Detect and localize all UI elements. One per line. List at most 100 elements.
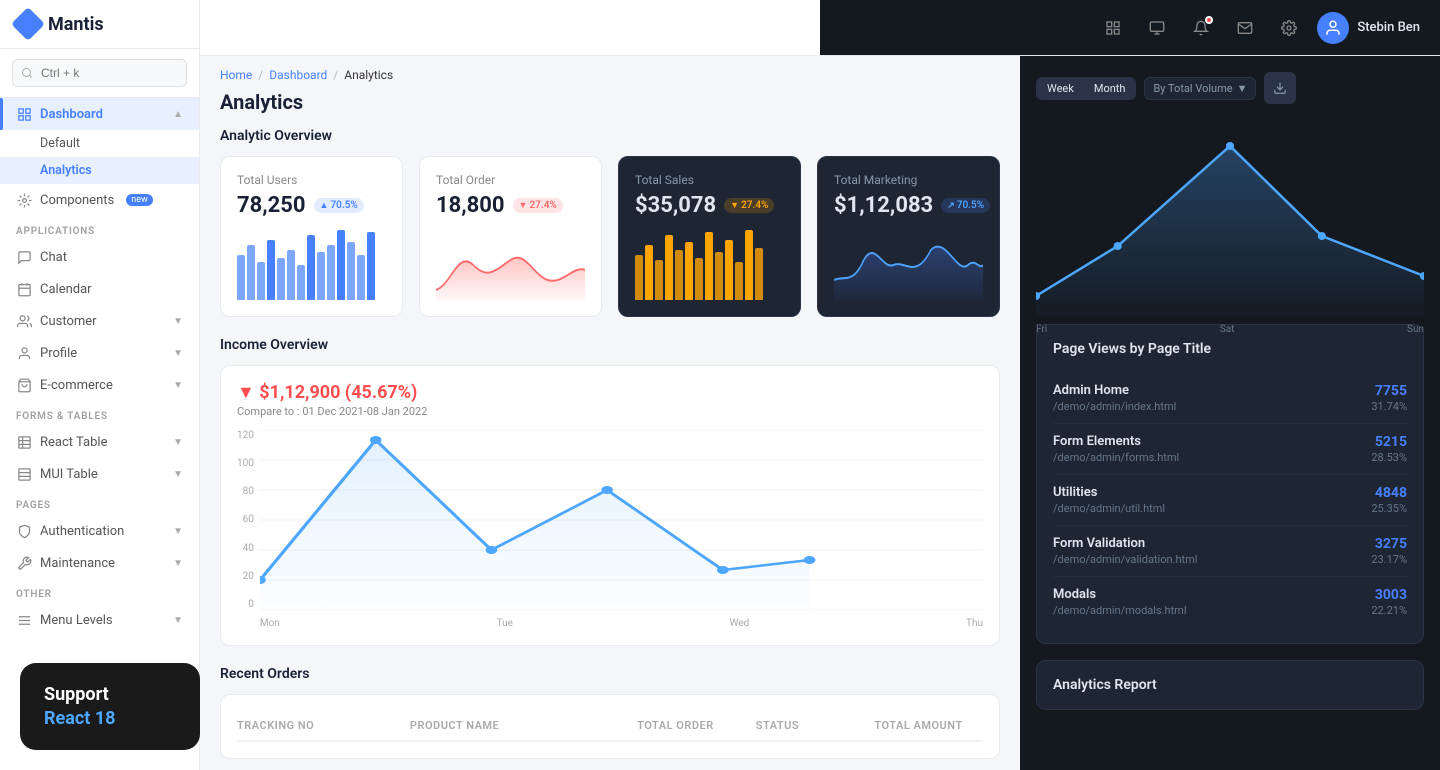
pv-title-2: Utilities: [1053, 485, 1165, 500]
income-overview-section: Income Overview ▼ $1,12,900 (45.67%) Com…: [220, 337, 1000, 646]
pv-pct-0: 31.74%: [1371, 400, 1407, 413]
sidebar-sub-analytics[interactable]: Analytics: [0, 157, 199, 184]
ecommerce-chevron: ▼: [173, 380, 183, 391]
month-btn[interactable]: Month: [1084, 78, 1136, 99]
logo-icon: [11, 7, 45, 41]
menu-icon: [16, 612, 32, 628]
analytics-report-title: Analytics Report: [1053, 677, 1407, 693]
menu-levels-chevron: ▼: [173, 615, 183, 626]
pv-count-3: 3275: [1371, 536, 1407, 552]
main-content: Stebin Ben Home / Dashboard / Analytics …: [200, 0, 1440, 770]
content-body: Analytic Overview Total Users 78,250 ▲ 7…: [200, 128, 1020, 770]
react-table-chevron: ▼: [173, 437, 183, 448]
card-total-sales: Total Sales $35,078 ▼ 27.4%: [618, 156, 801, 317]
card-marketing-label: Total Marketing: [834, 173, 983, 187]
pv-title-4: Modals: [1053, 587, 1187, 602]
mail-icon-btn[interactable]: [1229, 12, 1261, 44]
dark-x-labels: FriSatSun: [1036, 324, 1424, 335]
income-amount: ▼ $1,12,900 (45.67%): [237, 382, 427, 403]
react-table-icon: [16, 434, 32, 450]
recent-orders-section: Recent Orders TRACKING NO PRODUCT NAME T…: [220, 666, 1000, 759]
page-title: Analytics: [220, 90, 1000, 114]
search-input[interactable]: [12, 59, 187, 87]
pv-count-4: 3003: [1371, 587, 1407, 603]
topnav: Stebin Ben: [200, 0, 1440, 56]
chat-icon: [16, 249, 32, 265]
sidebar-sub-default[interactable]: Default: [0, 130, 199, 157]
mui-table-chevron: ▼: [173, 469, 183, 480]
breadcrumb-current: Analytics: [344, 68, 393, 82]
th-total-order: TOTAL ORDER: [637, 719, 746, 732]
download-icon-btn[interactable]: [1264, 72, 1296, 104]
users-chart: [237, 230, 386, 300]
search-bar: [0, 49, 199, 98]
pv-url-2: /demo/admin/util.html: [1053, 502, 1165, 515]
sidebar-item-react-table[interactable]: React Table ▼: [0, 426, 199, 458]
income-controls: Week Month By Total Volume ▼: [1036, 56, 1424, 116]
breadcrumb-sep2: /: [333, 68, 338, 82]
income-chart-area: 120100806040200: [237, 430, 983, 629]
breadcrumb-home[interactable]: Home: [220, 68, 252, 82]
pv-count-1: 5215: [1371, 434, 1407, 450]
sales-chart: [635, 230, 784, 300]
x-axis-labels: MonTueWedThu: [260, 618, 983, 629]
menu-levels-label: Menu Levels: [40, 613, 113, 628]
mui-table-icon: [16, 466, 32, 482]
left-panel: Home / Dashboard / Analytics Analytics A…: [200, 56, 1020, 770]
auth-icon: [16, 523, 32, 539]
sidebar-item-calendar[interactable]: Calendar: [0, 273, 199, 305]
support-react18-banner[interactable]: Support React 18: [20, 663, 200, 750]
sidebar-item-authentication[interactable]: Authentication ▼: [0, 515, 199, 547]
pv-pct-1: 28.53%: [1371, 451, 1407, 464]
sidebar-item-ecommerce[interactable]: E-commerce ▼: [0, 369, 199, 401]
profile-label: Profile: [40, 346, 77, 361]
card-total-order: Total Order 18,800 ▼ 27.4%: [419, 156, 602, 317]
chat-label: Chat: [40, 250, 67, 265]
settings-icon-btn[interactable]: [1273, 12, 1305, 44]
other-section-label: Other: [0, 579, 199, 604]
table-header: TRACKING NO PRODUCT NAME TOTAL ORDER STA…: [237, 711, 983, 742]
page-views-card: Page Views by Page Title Admin Home /dem…: [1036, 324, 1424, 644]
pv-pct-3: 23.17%: [1371, 553, 1407, 566]
monitor-icon-btn[interactable]: [1141, 12, 1173, 44]
sidebar-item-components[interactable]: Components new: [0, 184, 199, 216]
auth-label: Authentication: [40, 524, 124, 539]
app-name: Mantis: [48, 14, 104, 35]
sidebar-item-profile[interactable]: Profile ▼: [0, 337, 199, 369]
breadcrumb-dashboard[interactable]: Dashboard: [269, 68, 327, 82]
income-card: ▼ $1,12,900 (45.67%) Compare to : 01 Dec…: [220, 365, 1000, 646]
user-info[interactable]: Stebin Ben: [1317, 12, 1420, 44]
pv-count-0: 7755: [1371, 383, 1407, 399]
card-marketing-badge: ↗ 70.5%: [941, 198, 990, 213]
sidebar-item-customer[interactable]: Customer ▼: [0, 305, 199, 337]
volume-select[interactable]: By Total Volume ▼: [1144, 77, 1256, 100]
marketing-chart: [834, 230, 983, 300]
notification-icon-btn[interactable]: [1185, 12, 1217, 44]
pv-url-4: /demo/admin/modals.html: [1053, 604, 1187, 617]
income-chart: MonTueWedThu: [260, 430, 983, 629]
ecommerce-label: E-commerce: [40, 378, 113, 393]
week-btn[interactable]: Week: [1037, 78, 1084, 99]
notification-dot: [1205, 16, 1213, 24]
customer-icon: [16, 313, 32, 329]
sidebar-item-mui-table[interactable]: MUI Table ▼: [0, 458, 199, 490]
sidebar-item-maintenance[interactable]: Maintenance ▼: [0, 547, 199, 579]
card-order-badge: ▼ 27.4%: [513, 198, 563, 213]
react-table-label: React Table: [40, 435, 107, 450]
pv-title-1: Form Elements: [1053, 434, 1179, 449]
profile-chevron: ▼: [173, 348, 183, 359]
grid-icon-btn[interactable]: [1097, 12, 1129, 44]
sidebar-item-menu-levels[interactable]: Menu Levels ▼: [0, 604, 199, 636]
calendar-icon: [16, 281, 32, 297]
right-panel: Week Month By Total Volume ▼: [1020, 56, 1440, 770]
th-product: PRODUCT NAME: [410, 719, 627, 732]
breadcrumb: Home / Dashboard / Analytics: [200, 56, 1020, 86]
recent-orders-label: Recent Orders: [220, 666, 1000, 682]
card-sales-label: Total Sales: [635, 173, 784, 187]
card-sales-value: $35,078 ▼ 27.4%: [635, 193, 784, 218]
sidebar-item-dashboard[interactable]: Dashboard ▲: [0, 98, 199, 130]
components-icon: [16, 192, 32, 208]
sidebar-item-chat[interactable]: Chat: [0, 241, 199, 273]
pv-url-3: /demo/admin/validation.html: [1053, 553, 1197, 566]
pv-item-2: Utilities /demo/admin/util.html 4848 25.…: [1053, 475, 1407, 526]
